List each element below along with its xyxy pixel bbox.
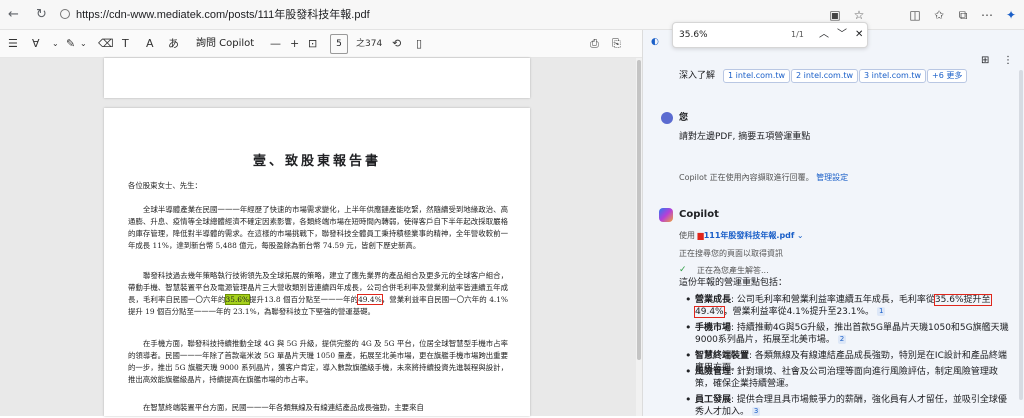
ask-copilot-button[interactable]: 詢問 Copilot	[190, 34, 260, 54]
fit-page-icon[interactable]: ⊡	[308, 35, 317, 53]
bullet-dot: •	[685, 293, 692, 306]
highlight-icon[interactable]: ∀	[32, 35, 40, 53]
answer-intro: 這份年報的營運重點包括：	[679, 278, 788, 288]
print-icon[interactable]: ⎙	[590, 35, 599, 53]
bullet-dot: •	[685, 349, 692, 362]
user-avatar	[661, 112, 673, 124]
collections-icon[interactable]: ⧉	[954, 6, 972, 24]
save-icon[interactable]: ⎘	[612, 35, 621, 53]
citation-badge[interactable]: 3	[751, 407, 761, 416]
user-name: 您	[679, 113, 689, 123]
find-close-icon[interactable]: ✕	[855, 23, 863, 47]
split-screen-icon[interactable]: ◫	[906, 6, 924, 24]
user-message: 請對左邊PDF, 摘要五項營運重點	[679, 132, 811, 142]
item-text: ，營業利益率從4.1%提升至23.1%。	[723, 307, 875, 317]
find-count: 1/1	[791, 30, 804, 39]
paragraph-3: 在手機方面，聯發科技持續推動全球 4G 與 5G 升級，提供完整的 4G 及 5…	[128, 339, 508, 384]
manage-settings-link[interactable]: 管理設定	[816, 173, 848, 182]
favorites-icon[interactable]: ✩	[930, 6, 948, 24]
copilot-icon[interactable]: ✦	[1002, 6, 1020, 24]
draw-dropdown-icon[interactable]: ⌄	[80, 35, 87, 53]
reference-chip-2[interactable]: 2 intel.com.tw	[791, 69, 859, 83]
pdf-viewer[interactable]: 壹、致股東報告書 各位股東女士、先生： 全球半導體產業在民國一一一年經歷了快速的…	[0, 58, 642, 416]
report-title: 壹、致股東報告書	[252, 154, 381, 169]
find-input[interactable]: 35.6%	[679, 23, 708, 47]
address-bar: ← ↻ https://cdn-www.mediatek.com/posts/1…	[0, 0, 1024, 30]
pdf-page-previous	[104, 58, 530, 98]
used-prefix: 使用	[679, 231, 695, 240]
item-text: : 針對環境、社會及公司治理等面向進行風險評估，制定風險管理政策，確保企業持續營…	[695, 367, 998, 389]
copilot-side-panel: ◐ ⊞ ⋮ 深入了解 1 intel.com.tw 2 intel.com.tw…	[642, 30, 1024, 418]
site-info-icon[interactable]	[60, 9, 70, 19]
item-text: : 持續推動4G與5G升級，推出首款5G單晶片天璣1050和5G旗艦天璣9000…	[695, 323, 1009, 345]
rotate-icon[interactable]: ⟲	[392, 35, 401, 53]
item-text: : 提供合理且具市場競爭力的薪酬，強化員有人才留任，並吸引全球優秀人才加入。	[695, 395, 1007, 417]
erase-icon[interactable]: ⌫	[98, 35, 114, 53]
search-highlight: 35.6%	[224, 294, 251, 305]
bullet-dot: •	[685, 321, 692, 334]
paragraph-2: 聯發科技過去幾年策略執行技術領先及全球拓展的策略，建立了應先業界的產品組合及更多…	[128, 270, 508, 318]
copilot-name: Copilot	[679, 209, 719, 220]
answer-item-4: 風險管理: 針對環境、社會及公司治理等面向進行風險評估，制定風險管理政策，確保企…	[695, 366, 1015, 390]
answer-item-2: 手機市場: 持續推動4G與5G升級，推出首款5G單晶片天璣1050和5G旗艦天璣…	[695, 322, 1015, 346]
translate-icon[interactable]: あ	[168, 35, 179, 53]
bullet-dot: •	[685, 393, 692, 406]
find-bar: 35.6% 1/1 ︿ ﹀ ✕	[672, 22, 868, 48]
contents-icon[interactable]: ☰	[8, 35, 18, 53]
page-view-icon[interactable]: ▯	[416, 35, 422, 53]
item-head: 營業成長	[695, 295, 732, 305]
pdf-page-current: 壹、致股東報告書 各位股東女士、先生： 全球半導體產業在民國一一一年經歷了快速的…	[104, 108, 530, 416]
boxed-value: 49.4%	[357, 294, 383, 305]
page-total: 之374	[356, 39, 383, 49]
check-icon: ✓	[679, 265, 687, 275]
draw-icon[interactable]: ✎	[66, 35, 75, 53]
open-new-tab-icon[interactable]: ⊞	[981, 55, 989, 67]
find-previous-icon[interactable]: ︿	[819, 23, 829, 47]
used-file-dropdown-icon[interactable]: ⌄	[797, 231, 804, 240]
pdf-scrollbar-thumb[interactable]	[637, 60, 641, 360]
panel-menu-icon[interactable]: ⋮	[1003, 55, 1013, 67]
learn-more-label: 深入了解	[679, 71, 716, 81]
reference-chip-3[interactable]: 3 intel.com.tw	[859, 69, 927, 83]
back-icon[interactable]: ←	[8, 7, 19, 22]
answer-item-1: 營業成長: 公司毛利率和營業利益率連續五年成長，毛利率從35.6%提升至49.4…	[694, 294, 1015, 318]
find-next-icon[interactable]: ﹀	[837, 23, 847, 47]
highlight-dropdown-icon[interactable]: ⌄	[52, 35, 59, 53]
used-source: 使用 ▆111年股發科技年報.pdf ⌄	[679, 230, 804, 242]
context-note-text: Copilot 正在使用內容擷取進行回覆。	[679, 173, 814, 182]
answer-item-5: 員工發展: 提供合理且具市場競爭力的薪酬，強化員有人才留任，並吸引全球優秀人才加…	[695, 394, 1015, 418]
reference-more-chip[interactable]: +6 更多	[927, 69, 968, 83]
paragraph-1: 全球半導體產業在民國一一一年經歷了快速的市場需求變化，上半年供應鏈產能吃緊，然隨…	[128, 205, 508, 250]
zoom-out-button[interactable]: —	[270, 35, 281, 53]
item-text: : 公司毛利率和營業利益率連續五年成長，毛利率從	[731, 295, 935, 305]
page-number-input[interactable]: 5	[330, 34, 348, 54]
item-head: 員工發展	[695, 395, 732, 405]
context-note: Copilot 正在使用內容擷取進行回覆。 管理設定	[679, 172, 848, 184]
paragraph-2-b: 提升13.8 個百分點至一一一年的	[249, 295, 359, 304]
more-menu-icon[interactable]: ⋯	[978, 6, 996, 24]
citation-badge[interactable]: 1	[876, 307, 886, 316]
add-text-icon[interactable]: T	[122, 35, 129, 53]
zoom-in-button[interactable]: +	[290, 35, 299, 53]
item-head: 手機市場	[695, 323, 732, 333]
greeting: 各位股東女士、先生：	[128, 181, 202, 190]
citation-badge[interactable]: 2	[837, 335, 847, 344]
read-aloud-icon[interactable]: A	[146, 35, 154, 53]
reference-chip-1[interactable]: 1 intel.com.tw	[723, 69, 791, 83]
refresh-icon[interactable]: ↻	[36, 7, 47, 22]
panel-scrollbar[interactable]	[1019, 70, 1023, 400]
paragraph-4: 在智慧終端裝置平台方面，民國一一一年各類無線及有線連結產品成長強勁，主要來自	[143, 403, 424, 412]
used-file-link[interactable]: 111年股發科技年報.pdf	[704, 231, 795, 240]
generating-status: 正在為您產生解答...	[697, 266, 769, 275]
url-text: https://cdn-www.mediatek.com/posts/111年股…	[76, 9, 370, 21]
item-head: 風險管理	[695, 367, 732, 377]
item-head: 智慧終端裝置	[695, 351, 750, 361]
pdf-toolbar: ☰ ∀ ⌄ ✎ ⌄ ⌫ T A あ 詢問 Copilot — + ⊡ 5 之37…	[0, 30, 642, 58]
panel-tab-icon[interactable]: ◐	[651, 36, 659, 48]
copilot-logo-icon	[659, 208, 673, 222]
bullet-dot: •	[685, 365, 692, 378]
searching-status: 正在搜尋您的頁面以取得資訊	[679, 249, 783, 258]
